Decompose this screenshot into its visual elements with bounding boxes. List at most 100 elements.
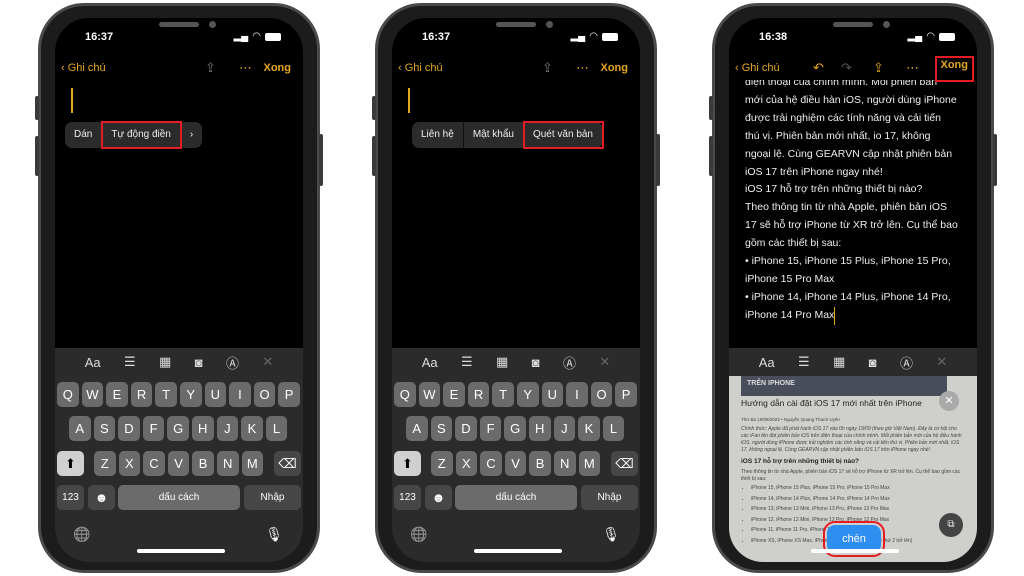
key-w[interactable]: W bbox=[81, 382, 104, 407]
key-j[interactable]: J bbox=[553, 416, 576, 441]
return-key[interactable]: Nhập bbox=[244, 485, 301, 510]
chevron-right-icon[interactable]: › bbox=[181, 122, 202, 148]
checklist-icon[interactable]: ☰ bbox=[798, 354, 810, 370]
return-key[interactable]: Nhập bbox=[581, 485, 638, 510]
key-v[interactable]: V bbox=[167, 451, 190, 476]
note-text[interactable]: điện thoại của chính mình. Mỗi phiên bản… bbox=[745, 74, 965, 325]
key-j[interactable]: J bbox=[216, 416, 239, 441]
done-button[interactable]: Xong bbox=[934, 56, 974, 82]
key-m[interactable]: M bbox=[241, 451, 264, 476]
space-key[interactable]: dấu cách bbox=[455, 485, 577, 510]
checklist-icon[interactable]: ☰ bbox=[124, 354, 136, 370]
back-button[interactable]: ‹ Ghi chú bbox=[398, 62, 443, 74]
home-indicator[interactable] bbox=[137, 549, 225, 553]
key-p[interactable]: P bbox=[278, 382, 300, 407]
key-d[interactable]: D bbox=[118, 416, 140, 441]
key-z[interactable]: Z bbox=[431, 451, 453, 476]
more-icon[interactable]: ⋯ bbox=[576, 60, 589, 76]
key-z[interactable]: Z bbox=[94, 451, 116, 476]
key-n[interactable]: N bbox=[554, 451, 576, 476]
microphone-icon[interactable]: 🎙 bbox=[265, 526, 283, 543]
key-o[interactable]: O bbox=[253, 382, 276, 407]
key-s[interactable]: S bbox=[430, 416, 453, 441]
key-c[interactable]: C bbox=[143, 451, 165, 476]
markup-icon[interactable]: Ⓐ bbox=[226, 353, 239, 372]
menu-item[interactable]: Liên hệ bbox=[412, 122, 464, 148]
key-u[interactable]: U bbox=[204, 382, 227, 407]
checklist-icon[interactable]: ☰ bbox=[461, 354, 473, 370]
key-e[interactable]: E bbox=[443, 382, 465, 407]
key-e[interactable]: E bbox=[106, 382, 128, 407]
key-g[interactable]: G bbox=[167, 416, 189, 441]
table-icon[interactable]: ▦ bbox=[833, 354, 845, 370]
format-button[interactable]: Aa bbox=[422, 355, 438, 370]
emoji-key[interactable]: ☻ bbox=[88, 485, 115, 510]
close-icon[interactable]: ✕ bbox=[262, 354, 273, 370]
done-button[interactable]: Xong bbox=[601, 62, 629, 74]
format-button[interactable]: Aa bbox=[85, 355, 101, 370]
key-v[interactable]: V bbox=[504, 451, 527, 476]
key-c[interactable]: C bbox=[480, 451, 502, 476]
key-y[interactable]: Y bbox=[180, 382, 202, 407]
undo-icon[interactable]: ↶ bbox=[813, 60, 824, 76]
globe-icon[interactable]: 🌐 bbox=[73, 526, 90, 543]
key-g[interactable]: G bbox=[504, 416, 526, 441]
key-m[interactable]: M bbox=[578, 451, 601, 476]
key-t[interactable]: T bbox=[155, 382, 177, 407]
key-f[interactable]: F bbox=[142, 416, 165, 441]
key-f[interactable]: F bbox=[479, 416, 502, 441]
key-y[interactable]: Y bbox=[517, 382, 539, 407]
menu-item[interactable]: Mật khẩu bbox=[464, 122, 524, 148]
key-u[interactable]: U bbox=[541, 382, 564, 407]
camera-icon[interactable]: ◙ bbox=[195, 355, 203, 370]
key-r[interactable]: R bbox=[467, 382, 490, 407]
key-x[interactable]: X bbox=[455, 451, 478, 476]
key-l[interactable]: L bbox=[265, 416, 288, 441]
key-a[interactable]: A bbox=[69, 416, 91, 441]
markup-icon[interactable]: Ⓐ bbox=[563, 353, 576, 372]
back-button[interactable]: ‹ Ghi chú bbox=[61, 62, 106, 74]
key-h[interactable]: H bbox=[192, 416, 214, 441]
key-l[interactable]: L bbox=[602, 416, 625, 441]
menu-item[interactable]: Quét văn bản bbox=[522, 121, 605, 149]
key-t[interactable]: T bbox=[492, 382, 514, 407]
key-q[interactable]: Q bbox=[394, 382, 416, 407]
backspace-key[interactable]: ⌫ bbox=[611, 451, 638, 476]
key-q[interactable]: Q bbox=[57, 382, 79, 407]
table-icon[interactable]: ▦ bbox=[159, 354, 171, 370]
globe-icon[interactable]: 🌐 bbox=[410, 526, 427, 543]
numbers-key[interactable]: 123 bbox=[394, 485, 421, 510]
key-i[interactable]: I bbox=[229, 382, 251, 407]
emoji-key[interactable]: ☻ bbox=[425, 485, 452, 510]
shift-key[interactable]: ⬆ bbox=[394, 451, 421, 476]
back-button[interactable]: ‹ Ghi chú bbox=[735, 62, 780, 74]
key-n[interactable]: N bbox=[217, 451, 239, 476]
redo-icon[interactable]: ↷ bbox=[841, 60, 852, 76]
key-h[interactable]: H bbox=[529, 416, 551, 441]
key-b[interactable]: B bbox=[529, 451, 551, 476]
shift-key[interactable]: ⬆ bbox=[57, 451, 84, 476]
key-s[interactable]: S bbox=[93, 416, 116, 441]
key-r[interactable]: R bbox=[130, 382, 153, 407]
backspace-key[interactable]: ⌫ bbox=[274, 451, 301, 476]
key-b[interactable]: B bbox=[192, 451, 214, 476]
key-k[interactable]: K bbox=[578, 416, 600, 441]
key-w[interactable]: W bbox=[418, 382, 441, 407]
close-preview-button[interactable]: ✕ bbox=[939, 391, 959, 411]
key-p[interactable]: P bbox=[615, 382, 637, 407]
key-x[interactable]: X bbox=[118, 451, 141, 476]
markup-icon[interactable]: Ⓐ bbox=[900, 353, 913, 372]
home-indicator[interactable] bbox=[474, 549, 562, 553]
home-indicator[interactable] bbox=[811, 549, 899, 553]
share-icon[interactable]: ⇪ bbox=[542, 60, 553, 76]
menu-item[interactable]: Tự động điền bbox=[101, 121, 182, 149]
microphone-icon[interactable]: 🎙 bbox=[602, 526, 620, 543]
table-icon[interactable]: ▦ bbox=[496, 354, 508, 370]
space-key[interactable]: dấu cách bbox=[118, 485, 240, 510]
menu-item[interactable]: Dán bbox=[65, 122, 103, 148]
done-button[interactable]: Xong bbox=[264, 62, 292, 74]
scan-text-icon[interactable]: ⧉ bbox=[939, 513, 963, 537]
share-icon[interactable]: ⇪ bbox=[205, 60, 216, 76]
close-icon[interactable]: ✕ bbox=[936, 354, 947, 370]
key-k[interactable]: K bbox=[241, 416, 263, 441]
